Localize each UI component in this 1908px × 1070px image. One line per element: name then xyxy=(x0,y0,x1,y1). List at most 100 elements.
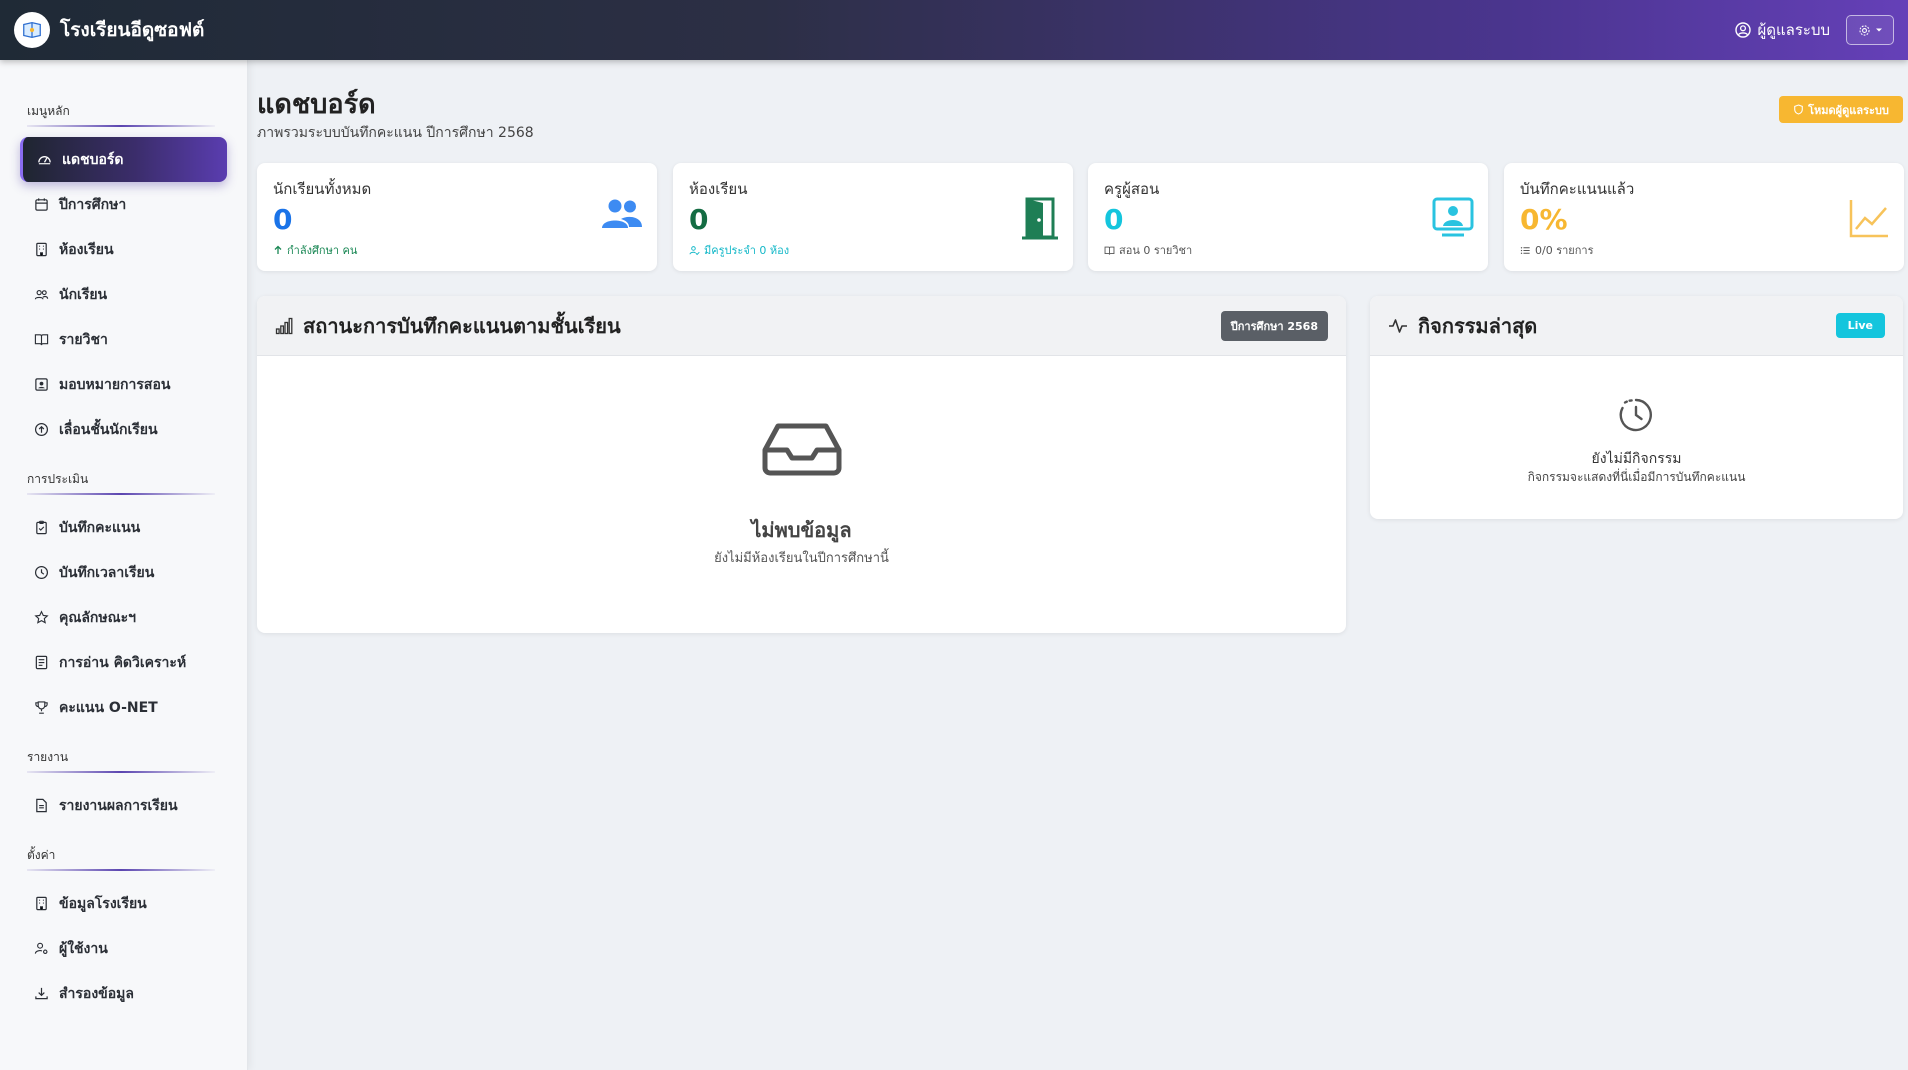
stat-subtext-label: สอน 0 รายวิชา xyxy=(1119,244,1193,257)
sidebar-item-grade-report[interactable]: รายงานผลการเรียน xyxy=(20,783,227,828)
clock-icon xyxy=(34,565,49,580)
empty-text: ยังไม่มีห้องเรียนในปีการศึกษานี้ xyxy=(714,551,889,566)
stat-card-teachers[interactable]: ครูผู้สอน 0 สอน 0 รายวิชา xyxy=(1088,163,1488,271)
empty-title: ยังไม่มีกิจกรรม xyxy=(1591,451,1682,467)
sidebar-item-academic-year[interactable]: ปีการศึกษา xyxy=(20,182,227,227)
sidebar-item-classrooms[interactable]: ห้องเรียน xyxy=(20,227,227,272)
stat-card-students[interactable]: นักเรียนทั้งหมด 0 กำลังศึกษา คน xyxy=(257,163,657,271)
sidebar-section-settings: ตั้งค่า ข้อมูลโรงเรียน ผู้ใช้งาน สำรองข้… xyxy=(0,846,247,1016)
sidebar-item-promote-students[interactable]: เลื่อนชั้นนักเรียน xyxy=(20,407,227,452)
stat-subtext-label: มีครูประจำ 0 ห้อง xyxy=(704,244,790,257)
building-icon xyxy=(36,242,47,257)
sidebar-item-characteristics[interactable]: คุณลักษณะฯ xyxy=(20,595,227,640)
bar-chart-icon xyxy=(275,317,293,334)
sidebar-item-label: บันทึกคะแนน xyxy=(59,519,141,536)
academic-year-badge: ปีการศึกษา 2568 xyxy=(1220,310,1328,341)
empty-text: กิจกรรมจะแสดงที่นี่เมื่อมีการบันทึกคะแนน xyxy=(1527,470,1746,484)
activity-icon xyxy=(1389,318,1407,333)
sidebar-item-label: แดชบอร์ด xyxy=(62,151,124,168)
sidebar-item-label: สำรองข้อมูล xyxy=(59,985,134,1002)
users-icon xyxy=(601,197,643,235)
clipboard-icon xyxy=(36,520,47,535)
sidebar-item-dashboard[interactable]: แดชบอร์ด xyxy=(20,137,227,182)
stat-subtext: สอน 0 รายวิชา xyxy=(1104,241,1472,259)
sidebar-section-assessment: การประเมิน บันทึกคะแนน บันทึกเวลาเรียน ค… xyxy=(0,470,247,730)
star-icon xyxy=(34,610,49,624)
stat-value: 0 xyxy=(1104,203,1124,236)
list-icon xyxy=(1520,246,1530,254)
sidebar-section-main: เมนูหลัก แดชบอร์ด ปีการศึกษา ห้องเรียน น… xyxy=(0,102,247,452)
sidebar-section-title: เมนูหลัก xyxy=(27,102,247,127)
sidebar-item-onet-scores[interactable]: คะแนน O-NET xyxy=(20,685,227,730)
settings-dropdown-button[interactable] xyxy=(1846,15,1894,45)
stat-label: ห้องเรียน xyxy=(689,180,748,198)
sidebar-section-title: รายงาน xyxy=(27,748,247,773)
user-check-icon xyxy=(689,245,700,255)
sidebar-section-title: การประเมิน xyxy=(27,470,247,495)
building-icon xyxy=(36,896,47,911)
history-clock-icon xyxy=(1618,397,1654,437)
sidebar-item-label: เลื่อนชั้นนักเรียน xyxy=(59,421,158,438)
stat-subtext: มีครูประจำ 0 ห้อง xyxy=(689,241,1057,259)
stat-subtext-label: กำลังศึกษา คน xyxy=(287,244,358,257)
class-status-panel: สถานะการบันทึกคะแนนตามชั้นเรียน ปีการศึก… xyxy=(257,296,1346,633)
top-navbar: โรงเรียนอีดูซอฟต์ ผู้ดูแลระบบ xyxy=(0,0,1908,60)
stat-subtext: กำลังศึกษา คน xyxy=(273,241,641,259)
sidebar-item-students[interactable]: นักเรียน xyxy=(20,272,227,317)
sidebar-item-label: นักเรียน xyxy=(59,286,108,303)
live-badge: Live xyxy=(1835,313,1885,338)
teacher-board-icon xyxy=(1432,197,1474,241)
sidebar-item-label: คุณลักษณะฯ xyxy=(59,609,137,626)
teacher-icon xyxy=(35,378,48,391)
sidebar-item-attendance[interactable]: บันทึกเวลาเรียน xyxy=(20,550,227,595)
sidebar-item-label: ปีการศึกษา xyxy=(59,196,127,213)
stat-card-classrooms[interactable]: ห้องเรียน 0 มีครูประจำ 0 ห้อง xyxy=(673,163,1073,271)
sidebar-item-backup[interactable]: สำรองข้อมูล xyxy=(20,971,227,1016)
report-icon xyxy=(36,798,47,813)
stat-value: 0% xyxy=(1520,203,1568,236)
sidebar-item-teaching-assignment[interactable]: มอบหมายการสอน xyxy=(20,362,227,407)
brand[interactable]: โรงเรียนอีดูซอฟต์ xyxy=(14,12,204,48)
stat-subtext-label: 0/0 รายการ xyxy=(1535,244,1594,257)
book-icon xyxy=(34,334,49,346)
sidebar-item-label: บันทึกเวลาเรียน xyxy=(59,564,155,581)
sidebar-item-label: คะแนน O-NET xyxy=(59,699,158,716)
download-icon xyxy=(35,987,48,1000)
page-title: แดชบอร์ด xyxy=(257,89,376,120)
stat-subtext: 0/0 รายการ xyxy=(1520,241,1888,259)
sidebar-section-title: ตั้งค่า xyxy=(27,846,247,871)
book-icon xyxy=(1104,246,1115,255)
stat-label: ครูผู้สอน xyxy=(1104,180,1160,198)
stat-label: นักเรียนทั้งหมด xyxy=(273,180,372,198)
stat-value: 0 xyxy=(273,203,293,236)
user-label: ผู้ดูแลระบบ xyxy=(1757,21,1830,39)
stat-value: 0 xyxy=(689,203,709,236)
sidebar-item-reading-analysis[interactable]: การอ่าน คิดวิเคราะห์ xyxy=(20,640,227,685)
app-name: โรงเรียนอีดูซอฟต์ xyxy=(60,19,205,41)
sidebar-item-label: ข้อมูลโรงเรียน xyxy=(59,895,147,912)
panel-title: กิจกรรมล่าสุด xyxy=(1418,313,1538,338)
line-chart-icon xyxy=(1848,197,1890,243)
sidebar: เมนูหลัก แดชบอร์ด ปีการศึกษา ห้องเรียน น… xyxy=(0,60,248,1070)
user-gear-icon xyxy=(34,942,48,955)
stat-card-scores-recorded[interactable]: บันทึกคะแนนแล้ว 0% 0/0 รายการ xyxy=(1504,163,1904,271)
empty-state: ไม่พบข้อมูล ยังไม่มีห้องเรียนในปีการศึกษ… xyxy=(257,356,1346,633)
sidebar-item-record-scores[interactable]: บันทึกคะแนน xyxy=(20,505,227,550)
sidebar-item-school-info[interactable]: ข้อมูลโรงเรียน xyxy=(20,881,227,926)
admin-badge-label: โหมดผู้ดูแลระบบ xyxy=(1808,103,1889,117)
shield-icon xyxy=(1794,104,1803,115)
arrow-up-icon xyxy=(274,245,282,254)
panel-header: กิจกรรมล่าสุด Live xyxy=(1370,296,1903,356)
sidebar-item-users[interactable]: ผู้ใช้งาน xyxy=(20,926,227,971)
sidebar-item-label: รายงานผลการเรียน xyxy=(59,797,178,814)
document-icon xyxy=(35,655,48,670)
people-icon xyxy=(34,289,49,300)
admin-mode-badge: โหมดผู้ดูแลระบบ xyxy=(1779,96,1903,123)
user-menu[interactable]: ผู้ดูแลระบบ xyxy=(1735,18,1830,42)
sidebar-item-subjects[interactable]: รายวิชา xyxy=(20,317,227,362)
sidebar-item-label: มอบหมายการสอน xyxy=(59,376,171,393)
trophy-icon xyxy=(35,701,48,714)
calendar-icon xyxy=(35,198,48,211)
empty-title: ไม่พบข้อมูล xyxy=(751,518,852,542)
school-logo-icon xyxy=(14,12,50,48)
